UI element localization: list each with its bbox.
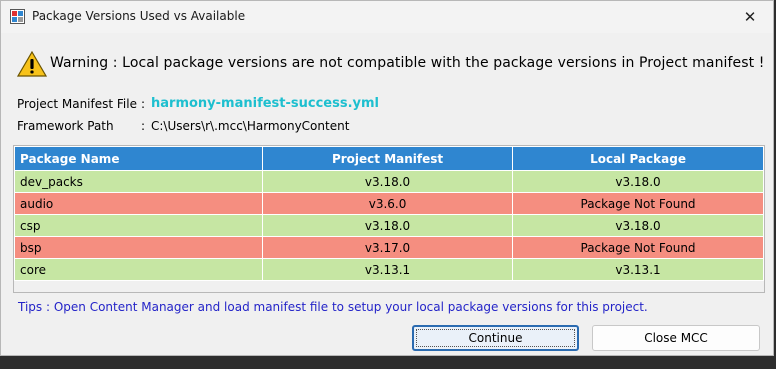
local-version-cell: v3.18.0: [512, 170, 764, 193]
local-version-cell: Package Not Found: [512, 236, 764, 259]
table-row[interactable]: csp v3.18.0 v3.18.0: [13, 214, 764, 237]
column-header-project-manifest[interactable]: Project Manifest: [262, 146, 514, 171]
framework-path-value: C:\Users\r\.mcc\HarmonyContent: [151, 119, 350, 133]
table-row[interactable]: bsp v3.17.0 Package Not Found: [13, 236, 764, 259]
table-row[interactable]: core v3.13.1 v3.13.1: [13, 258, 764, 281]
local-version-cell: Package Not Found: [512, 192, 764, 215]
column-header-package-name[interactable]: Package Name: [13, 146, 264, 171]
framework-path-separator: :: [141, 119, 146, 133]
focus-outline: [416, 329, 575, 347]
manifest-version-cell: v3.18.0: [262, 214, 514, 237]
dialog-window: Package Versions Used vs Available ✕ War…: [0, 0, 774, 356]
package-name-cell: csp: [13, 214, 264, 237]
framework-path-label: Framework Path: [17, 119, 114, 133]
manifest-file-label: Project Manifest File: [17, 97, 137, 111]
package-table-container: Package Name Project Manifest Local Pack…: [13, 145, 765, 293]
close-mcc-button[interactable]: Close MCC: [592, 325, 760, 351]
warning-triangle-icon: [17, 51, 47, 77]
package-name-cell: dev_packs: [13, 170, 264, 193]
manifest-version-cell: v3.17.0: [262, 236, 514, 259]
package-name-cell: bsp: [13, 236, 264, 259]
manifest-version-cell: v3.6.0: [262, 192, 514, 215]
package-name-cell: core: [13, 258, 264, 281]
package-name-cell: audio: [13, 192, 264, 215]
manifest-version-cell: v3.13.1: [262, 258, 514, 281]
app-icon: [10, 9, 25, 24]
window-title: Package Versions Used vs Available: [32, 9, 246, 23]
local-version-cell: v3.18.0: [512, 214, 764, 237]
title-bar[interactable]: Package Versions Used vs Available ✕: [1, 1, 773, 33]
manifest-file-value: harmony-manifest-success.yml: [151, 96, 380, 111]
local-version-cell: v3.13.1: [512, 258, 764, 281]
column-header-local-package[interactable]: Local Package: [512, 146, 764, 171]
continue-button[interactable]: Continue: [412, 325, 579, 351]
warning-message: Warning : Local package versions are not…: [50, 55, 765, 71]
close-mcc-button-label: Close MCC: [644, 331, 708, 345]
table-header-row: Package Name Project Manifest Local Pack…: [13, 146, 764, 171]
tips-text: Tips : Open Content Manager and load man…: [18, 300, 648, 314]
table-row[interactable]: audio v3.6.0 Package Not Found: [13, 192, 764, 215]
manifest-version-cell: v3.18.0: [262, 170, 514, 193]
table-row[interactable]: dev_packs v3.18.0 v3.18.0: [13, 170, 764, 193]
close-icon[interactable]: ✕: [727, 1, 773, 33]
manifest-file-separator: :: [141, 97, 146, 111]
package-table: Package Name Project Manifest Local Pack…: [13, 146, 764, 281]
